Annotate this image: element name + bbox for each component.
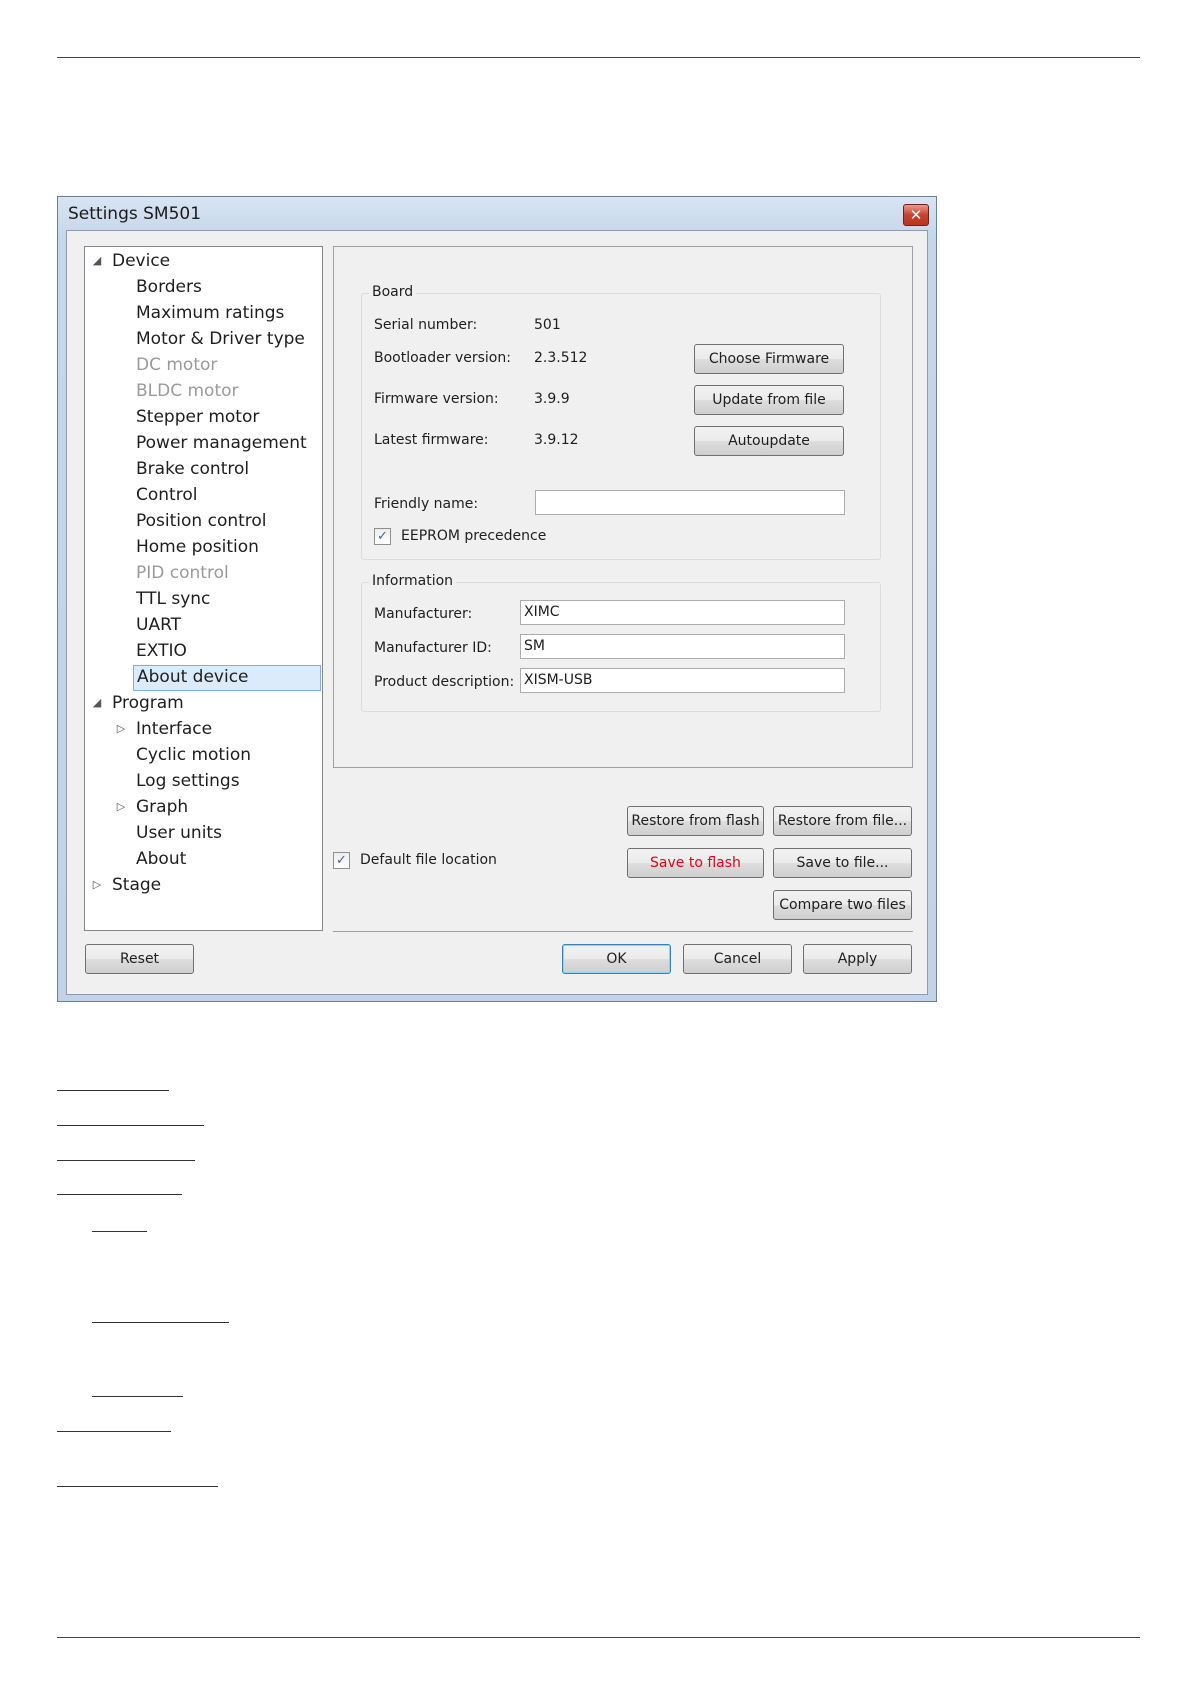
serial-number-value: 501 (534, 317, 561, 333)
tree-item-ttl-sync[interactable]: TTL sync (136, 587, 210, 611)
settings-tree[interactable]: ◢ Device Borders Maximum ratings Motor &… (84, 246, 323, 931)
apply-button[interactable]: Apply (803, 944, 912, 974)
eeprom-precedence-checkbox[interactable]: ✓ (374, 528, 391, 545)
information-group-title: Information (369, 573, 457, 589)
tree-item-motor-driver-type[interactable]: Motor & Driver type (136, 327, 305, 351)
collapsed-arrow-icon[interactable]: ▷ (115, 795, 127, 819)
footer-rule (57, 1637, 1140, 1638)
tree-item-pid-control: PID control (136, 563, 229, 583)
tree-item-borders[interactable]: Borders (136, 275, 202, 299)
footnote-link[interactable] (57, 1125, 204, 1126)
tree-item-power-management[interactable]: Power management (136, 431, 307, 455)
expanded-arrow-icon[interactable]: ◢ (91, 691, 103, 715)
footnote-link[interactable] (57, 1486, 218, 1487)
tree-item-stepper-motor[interactable]: Stepper motor (136, 405, 259, 429)
manufacturer-label: Manufacturer: (374, 606, 473, 622)
tree-item-log-settings[interactable]: Log settings (136, 769, 240, 793)
expanded-arrow-icon[interactable]: ◢ (91, 249, 103, 273)
collapsed-arrow-icon[interactable]: ▷ (91, 873, 103, 897)
product-description-label: Product description: (374, 674, 515, 690)
tree-item-interface[interactable]: Interface (136, 717, 212, 741)
restore-from-file-button[interactable]: Restore from file... (773, 806, 912, 836)
manufacturer-field[interactable]: XIMC (520, 600, 845, 625)
tree-item-about-device[interactable]: About device (133, 665, 321, 691)
compare-two-files-button[interactable]: Compare two files (773, 890, 912, 920)
choose-firmware-button[interactable]: Choose Firmware (694, 344, 844, 374)
tree-item-home-position[interactable]: Home position (136, 535, 259, 559)
tree-item-bldc-motor: BLDC motor (136, 381, 239, 401)
footnote-link[interactable] (92, 1231, 147, 1232)
update-from-file-button[interactable]: Update from file (694, 385, 844, 415)
serial-number-label: Serial number: (374, 317, 478, 333)
header-rule (57, 57, 1140, 58)
footnote-link[interactable] (92, 1322, 229, 1323)
product-description-field[interactable]: XISM-USB (520, 668, 845, 693)
footnote-link[interactable] (92, 1396, 183, 1397)
cancel-button[interactable]: Cancel (683, 944, 792, 974)
tree-item-graph[interactable]: Graph (136, 795, 188, 819)
footnote-link[interactable] (57, 1160, 195, 1161)
firmware-version-value: 3.9.9 (534, 391, 570, 407)
save-to-file-button[interactable]: Save to file... (773, 848, 912, 878)
tree-item-uart[interactable]: UART (136, 613, 181, 637)
default-file-location-label: Default file location (360, 852, 497, 868)
tree-item-position-control[interactable]: Position control (136, 509, 267, 533)
ok-button[interactable]: OK (562, 944, 671, 974)
about-device-panel: Board Serial number: 501 Bootloader vers… (333, 246, 913, 768)
tree-item-maximum-ratings[interactable]: Maximum ratings (136, 301, 284, 325)
bootloader-version-value: 2.3.512 (534, 350, 588, 366)
tree-item-stage[interactable]: Stage (112, 873, 161, 897)
manufacturer-id-field[interactable]: SM (520, 634, 845, 659)
friendly-name-field[interactable] (535, 490, 845, 515)
settings-dialog: Settings SM501 ✕ ◢ Device Borders Maximu… (57, 196, 937, 1002)
board-group-title: Board (369, 284, 417, 300)
tree-item-brake-control[interactable]: Brake control (136, 457, 249, 481)
tree-item-about[interactable]: About (136, 847, 186, 871)
footer-separator (333, 931, 913, 932)
default-file-location-checkbox[interactable]: ✓ (333, 852, 350, 869)
bootloader-version-label: Bootloader version: (374, 350, 511, 366)
dialog-body: ◢ Device Borders Maximum ratings Motor &… (66, 230, 928, 995)
tree-item-dc-motor: DC motor (136, 355, 218, 375)
eeprom-precedence-label: EEPROM precedence (401, 528, 547, 544)
save-to-flash-button[interactable]: Save to flash (627, 848, 764, 878)
autoupdate-button[interactable]: Autoupdate (694, 426, 844, 456)
tree-item-cyclic-motion[interactable]: Cyclic motion (136, 743, 251, 767)
friendly-name-label: Friendly name: (374, 496, 479, 512)
close-icon[interactable]: ✕ (903, 204, 929, 226)
firmware-version-label: Firmware version: (374, 391, 499, 407)
collapsed-arrow-icon[interactable]: ▷ (115, 717, 127, 741)
manufacturer-id-label: Manufacturer ID: (374, 640, 492, 656)
tree-item-user-units[interactable]: User units (136, 821, 222, 845)
tree-item-extio[interactable]: EXTIO (136, 639, 187, 663)
footnote-link[interactable] (57, 1194, 182, 1195)
tree-item-device[interactable]: Device (112, 249, 170, 273)
reset-button[interactable]: Reset (85, 944, 194, 974)
restore-from-flash-button[interactable]: Restore from flash (627, 806, 764, 836)
latest-firmware-value: 3.9.12 (534, 432, 579, 448)
tree-item-control[interactable]: Control (136, 483, 197, 507)
footnote-link[interactable] (57, 1431, 171, 1432)
dialog-title: Settings SM501 (68, 204, 202, 224)
footnote-link[interactable] (57, 1090, 169, 1091)
tree-item-program[interactable]: Program (112, 691, 184, 715)
latest-firmware-label: Latest firmware: (374, 432, 489, 448)
